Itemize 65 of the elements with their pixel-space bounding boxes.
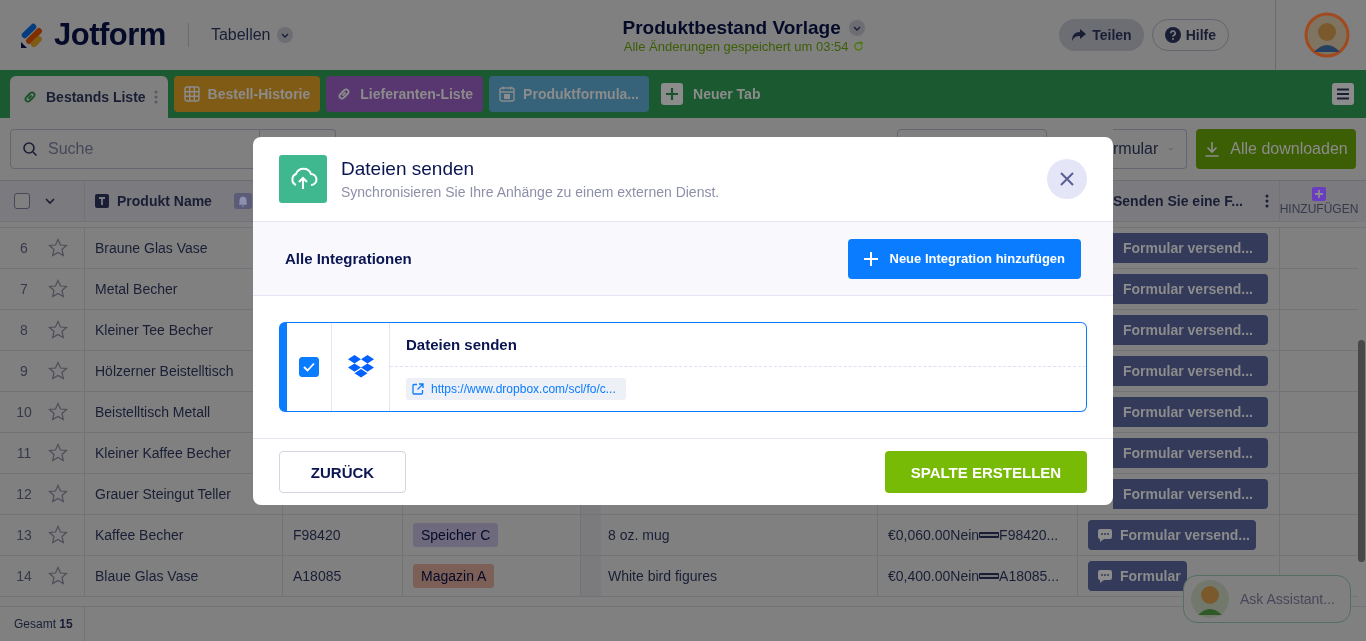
save-status: Alle Änderungen gespeichert um 03:54 [623, 38, 849, 54]
section-dropdown[interactable]: Tabellen [210, 26, 293, 44]
row-number: 7 [19, 281, 29, 297]
add-integration-button[interactable]: Neue Integration hinzufügen [847, 238, 1081, 279]
cell-text: Beistelltisch Metall [95, 404, 211, 420]
logo-text[interactable]: Jotform [54, 17, 166, 53]
send-form-button[interactable]: Formular versend... [1113, 315, 1268, 345]
cell-text: Grauer Steingut Teller [95, 486, 231, 502]
document-title[interactable]: Produktbestand Vorlage [622, 16, 841, 39]
cell-text: Kleiner Tee Becher [95, 322, 214, 338]
column-header[interactable]: Produkt Name [117, 193, 212, 209]
row-number: 12 [15, 486, 33, 502]
total-count: Gesamt 15 [0, 607, 85, 641]
add-column-button[interactable]: HINZUFÜGEN [1280, 181, 1358, 222]
cell-text: Kaffee Becher [95, 527, 184, 543]
cell-text: Metal Becher [95, 281, 178, 297]
cell-text: A18085... [999, 568, 1060, 584]
send-form-button[interactable]: Formular versend... [1088, 520, 1256, 550]
section-title: Alle Integrationen [285, 250, 412, 267]
integration-link[interactable]: https://www.dropbox.com/scl/fo/c... [406, 378, 626, 400]
tab[interactable]: Bestell-Historie [173, 76, 321, 112]
send-form-button[interactable]: Formular versend... [1113, 438, 1268, 468]
cell-text: Blaue Glas Vase [95, 568, 199, 584]
send-form-button[interactable]: Formular versend... [1113, 356, 1268, 386]
row-number: 9 [19, 363, 29, 379]
download-button[interactable]: Alle downloaden [1196, 129, 1356, 169]
cell-text: Braune Glas Vase [95, 240, 208, 256]
send-form-button[interactable]: Formular versend... [1113, 274, 1268, 304]
cell-text: F98420... [999, 527, 1059, 543]
integration-card[interactable]: Dateien senden https://www.dropbox.com/scl/fo/c... [279, 322, 1087, 412]
row-number: 6 [19, 240, 29, 256]
row-number: 10 [15, 404, 33, 420]
price-text: €0,060.00 [888, 527, 951, 543]
row-number: 13 [15, 527, 33, 543]
send-form-button[interactable]: Formular [1088, 561, 1187, 591]
create-column-button[interactable]: SPALTE ERSTELLEN [885, 451, 1087, 493]
cell-text: A18085 [293, 568, 342, 584]
flag-text: Nein [950, 527, 980, 543]
dialog-title: Dateien senden [341, 158, 476, 180]
row-number: 14 [15, 568, 33, 584]
dialog-subtitle: Synchronisieren Sie Ihre Anhänge zu einem externen Dienst. [341, 184, 721, 200]
price-text: €0,400.00 [888, 568, 951, 584]
send-form-button[interactable]: Formular versend... [1113, 397, 1268, 427]
send-form-button[interactable]: Formular versend... [1113, 479, 1268, 509]
cell-text: White bird figures [608, 568, 717, 584]
integration-title: Dateien senden [390, 323, 1086, 367]
column-header[interactable]: Senden Sie eine F... [1113, 193, 1243, 209]
back-button[interactable]: ZURÜCK [279, 451, 406, 493]
new-tab-button[interactable]: Neuer Tab [661, 76, 761, 112]
cell-text: Hölzerner Beistelltisch [95, 363, 234, 379]
cell-text: 8 oz. mug [608, 527, 670, 543]
location-tag: Magazin A [413, 564, 495, 588]
tab[interactable]: Lieferanten-Liste [326, 76, 484, 112]
row-number: 11 [15, 445, 33, 461]
cell-text: Kleiner Kaffee Becher [95, 445, 231, 461]
search-field[interactable]: Suche [10, 129, 260, 169]
share-button[interactable]: Teilen [1059, 19, 1144, 51]
assistant-button[interactable]: Ask Assistant... [1183, 575, 1351, 623]
row-number: 8 [19, 322, 29, 338]
cell-text: F98420 [293, 527, 341, 543]
location-tag: Speicher C [413, 523, 499, 547]
tab[interactable]: Produktformula... [489, 76, 649, 112]
tab[interactable]: Bestands Liste [10, 76, 168, 118]
flag-text: Nein [950, 568, 980, 584]
send-form-button[interactable]: Formular versend... [1113, 233, 1268, 263]
